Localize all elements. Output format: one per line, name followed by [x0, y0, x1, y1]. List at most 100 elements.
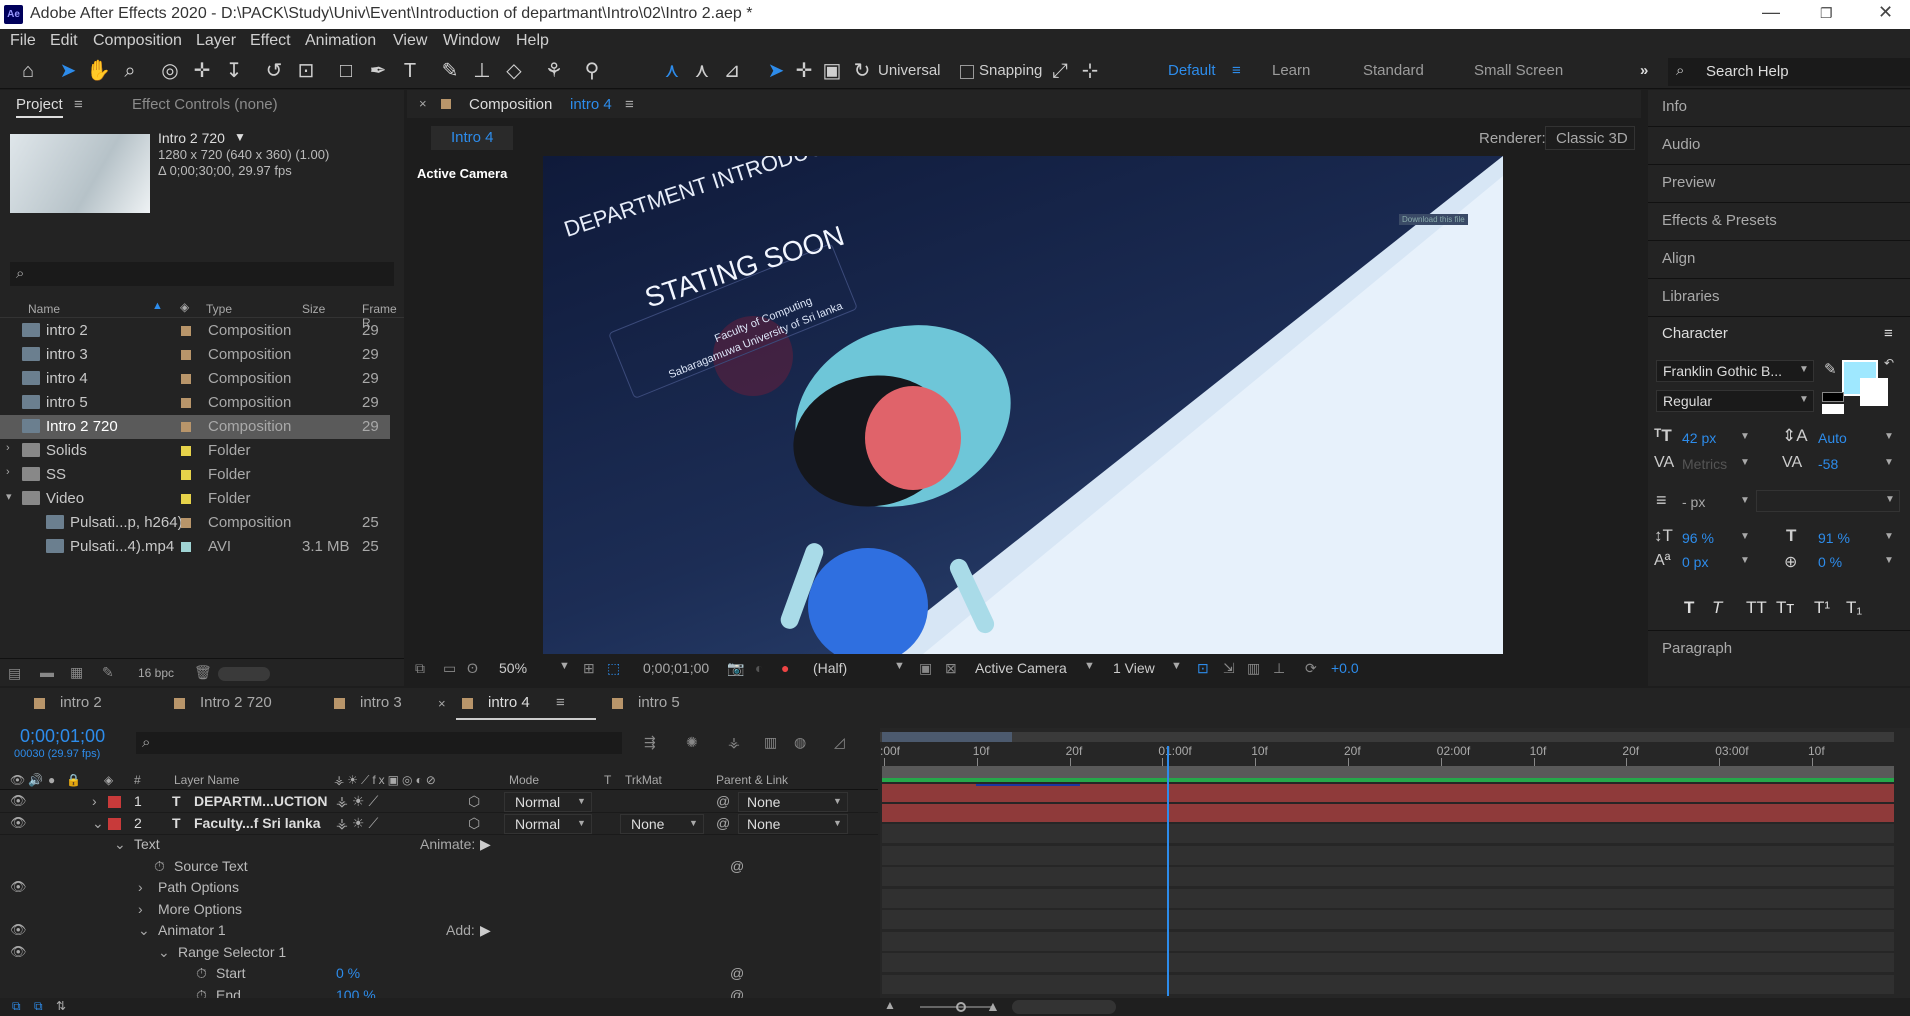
3d-scale-icon[interactable]: ▣ — [820, 59, 844, 83]
puppet-pin-tool-icon[interactable]: ⚲ — [580, 59, 604, 83]
maximize-icon[interactable]: ❐ — [1820, 5, 1833, 22]
solo-switch-icon[interactable]: ● — [48, 773, 55, 787]
lock-icon[interactable]: 🔒 — [66, 773, 81, 787]
project-row[interactable]: Pulsati...p, h264) Composition 25 — [0, 511, 390, 535]
layer-bar-2[interactable] — [882, 804, 1894, 822]
project-row[interactable]: › SS Folder — [0, 463, 390, 487]
playhead[interactable] — [1167, 746, 1170, 996]
mode-select[interactable]: Normal ▼ — [504, 792, 592, 812]
timeline-tab[interactable]: intro 3 — [328, 688, 468, 720]
new-folder-icon[interactable]: ▬ — [40, 664, 54, 680]
channel-icon[interactable]: ● — [781, 660, 789, 676]
snap-edge-icon[interactable]: ⤢ — [1048, 59, 1072, 83]
property-row[interactable]: 👁 › Path Options — [0, 878, 878, 899]
timeline-tab[interactable]: × intro 4 ≡ — [438, 688, 596, 720]
tsume-value[interactable]: 0 % — [1818, 554, 1842, 570]
pan-camera-icon[interactable]: ✛ — [190, 59, 214, 83]
eye-icon[interactable]: 👁 — [10, 922, 27, 938]
chevron-icon[interactable]: › — [92, 793, 97, 809]
chevron-down-icon[interactable]: ▼ — [1740, 495, 1750, 506]
add-menu-icon[interactable]: ▶ — [480, 922, 491, 939]
tab-menu-icon[interactable]: ≡ — [556, 694, 565, 711]
chevron-down-icon[interactable]: ▼ — [1740, 431, 1750, 442]
font-size-value[interactable]: 42 px — [1682, 430, 1716, 446]
label-swatch[interactable] — [181, 422, 191, 432]
timeline-tab[interactable]: intro 2 — [28, 688, 168, 720]
project-row[interactable]: intro 4 Composition 29 — [0, 367, 390, 391]
menu-animation[interactable]: Animation — [305, 32, 376, 50]
label-swatch[interactable] — [181, 470, 191, 480]
zoom-select[interactable]: 50% — [499, 660, 527, 676]
timeline-tab[interactable]: Intro 2 720 — [168, 688, 308, 720]
roi-icon[interactable]: ▣ — [919, 660, 932, 677]
world-axis-icon[interactable]: ⋏ — [690, 59, 714, 83]
swap-colors-icon[interactable]: ↶ — [1884, 356, 1894, 370]
project-row[interactable]: Intro 2 720 Composition 29 — [0, 415, 390, 439]
horizontal-scale-value[interactable]: 91 % — [1818, 530, 1850, 546]
rectangle-tool-icon[interactable]: □ — [334, 59, 358, 83]
audio-switch-icon[interactable]: 🔊 — [28, 773, 43, 787]
motion-blur-icon[interactable]: ◍ — [794, 734, 806, 751]
clone-stamp-tool-icon[interactable]: ⊥ — [470, 59, 494, 83]
property-row[interactable]: ⌄ Text Animate: ▶ — [0, 835, 878, 856]
time-ruler[interactable]: :00f 10f 20f 01:00f 10f 20f 02:00f 10f 20f 03:00f… — [880, 744, 1894, 766]
chevron-down-icon[interactable]: ▼ — [1084, 660, 1095, 672]
exposure-value[interactable]: +0.0 — [1331, 660, 1359, 676]
new-composition-icon[interactable]: ▦ — [70, 664, 83, 681]
renderer-button[interactable]: Classic 3D — [1545, 126, 1635, 150]
eye-icon[interactable]: 👁 — [10, 815, 27, 831]
paragraph-title[interactable]: Paragraph — [1662, 640, 1732, 657]
region-icon[interactable]: ⬚ — [607, 660, 620, 677]
local-axis-icon[interactable]: ⋏ — [660, 59, 684, 83]
subscript-button[interactable]: T₁ — [1846, 598, 1862, 618]
panel-info[interactable]: Info — [1648, 90, 1910, 127]
show-snapshot-icon[interactable]: ◐ — [755, 660, 763, 676]
col-layer-name[interactable]: Layer Name — [174, 773, 239, 787]
timeline-timecode[interactable]: 0;00;01;00 — [20, 726, 105, 747]
expand-arrow-icon[interactable]: › — [6, 442, 10, 454]
property-row[interactable]: 👁 ⌄ Range Selector 1 — [0, 943, 878, 964]
label-swatch[interactable] — [181, 494, 191, 504]
video-switch-icon[interactable]: 👁 — [10, 773, 25, 787]
baseline-shift-value[interactable]: 0 px — [1682, 554, 1708, 570]
eyedropper-icon[interactable]: ✎ — [1824, 360, 1837, 378]
fit-icon[interactable]: ⊞ — [583, 660, 595, 677]
faux-bold-button[interactable]: T — [1684, 598, 1694, 618]
comp-tab-prefix[interactable]: Composition — [469, 96, 552, 113]
timeline-tab[interactable]: intro 5 — [606, 688, 746, 720]
layer-row[interactable]: 👁 › 1 T DEPARTM...UCTION ⚶☀⟋ ⬡ Normal ▼ @ None ▼ — [0, 791, 878, 813]
dolly-camera-icon[interactable]: ↧ — [222, 59, 246, 83]
kerning-value[interactable]: Metrics — [1682, 456, 1727, 472]
toggle-pixel-icon[interactable]: ⊡ — [1197, 660, 1209, 677]
col-size[interactable]: Size — [302, 302, 325, 316]
work-area-range[interactable] — [882, 732, 1012, 742]
transfer-controls-toggle-icon[interactable]: ⧉ — [34, 999, 43, 1014]
panel-libraries[interactable]: Libraries — [1648, 280, 1910, 317]
graph-editor-icon[interactable]: ◿ — [834, 734, 845, 751]
leading-value[interactable]: Auto — [1818, 430, 1847, 446]
vr-icon[interactable]: ▭ — [443, 660, 456, 677]
chevron-down-icon[interactable]: ▼ — [894, 660, 905, 672]
workspace-standard[interactable]: Standard — [1363, 62, 1424, 79]
chevron-down-icon[interactable]: ▼ — [1884, 457, 1894, 468]
menu-composition[interactable]: Composition — [93, 32, 182, 50]
project-row[interactable]: intro 5 Composition 29 — [0, 391, 390, 415]
close-icon[interactable]: ✕ — [1878, 2, 1893, 23]
frame-blending-icon[interactable]: ▥ — [764, 734, 777, 751]
horizontal-scrollbar[interactable] — [1012, 1000, 1116, 1014]
chevron-icon[interactable]: › — [138, 901, 143, 917]
tab-effect-controls[interactable]: Effect Controls (none) — [132, 96, 278, 113]
col-trkmat[interactable]: TrkMat — [625, 773, 662, 787]
snapping-checkbox[interactable] — [960, 65, 974, 79]
trash-icon[interactable]: 🗑 — [194, 664, 212, 681]
3d-move-icon[interactable]: ✛ — [792, 59, 816, 83]
workspace-overflow-icon[interactable]: » — [1640, 62, 1648, 79]
white-swatch[interactable] — [1822, 404, 1844, 414]
label-swatch[interactable] — [181, 518, 191, 528]
fast-preview-icon[interactable]: ⇲ — [1223, 660, 1235, 677]
hand-tool-icon[interactable]: ✋ — [86, 59, 111, 83]
stroke-width-value[interactable]: - px — [1682, 494, 1705, 510]
3d-layer-icon[interactable]: ⬡ — [468, 793, 480, 810]
label-swatch[interactable] — [181, 542, 191, 552]
stroke-type-select[interactable]: ▼ — [1756, 490, 1900, 512]
